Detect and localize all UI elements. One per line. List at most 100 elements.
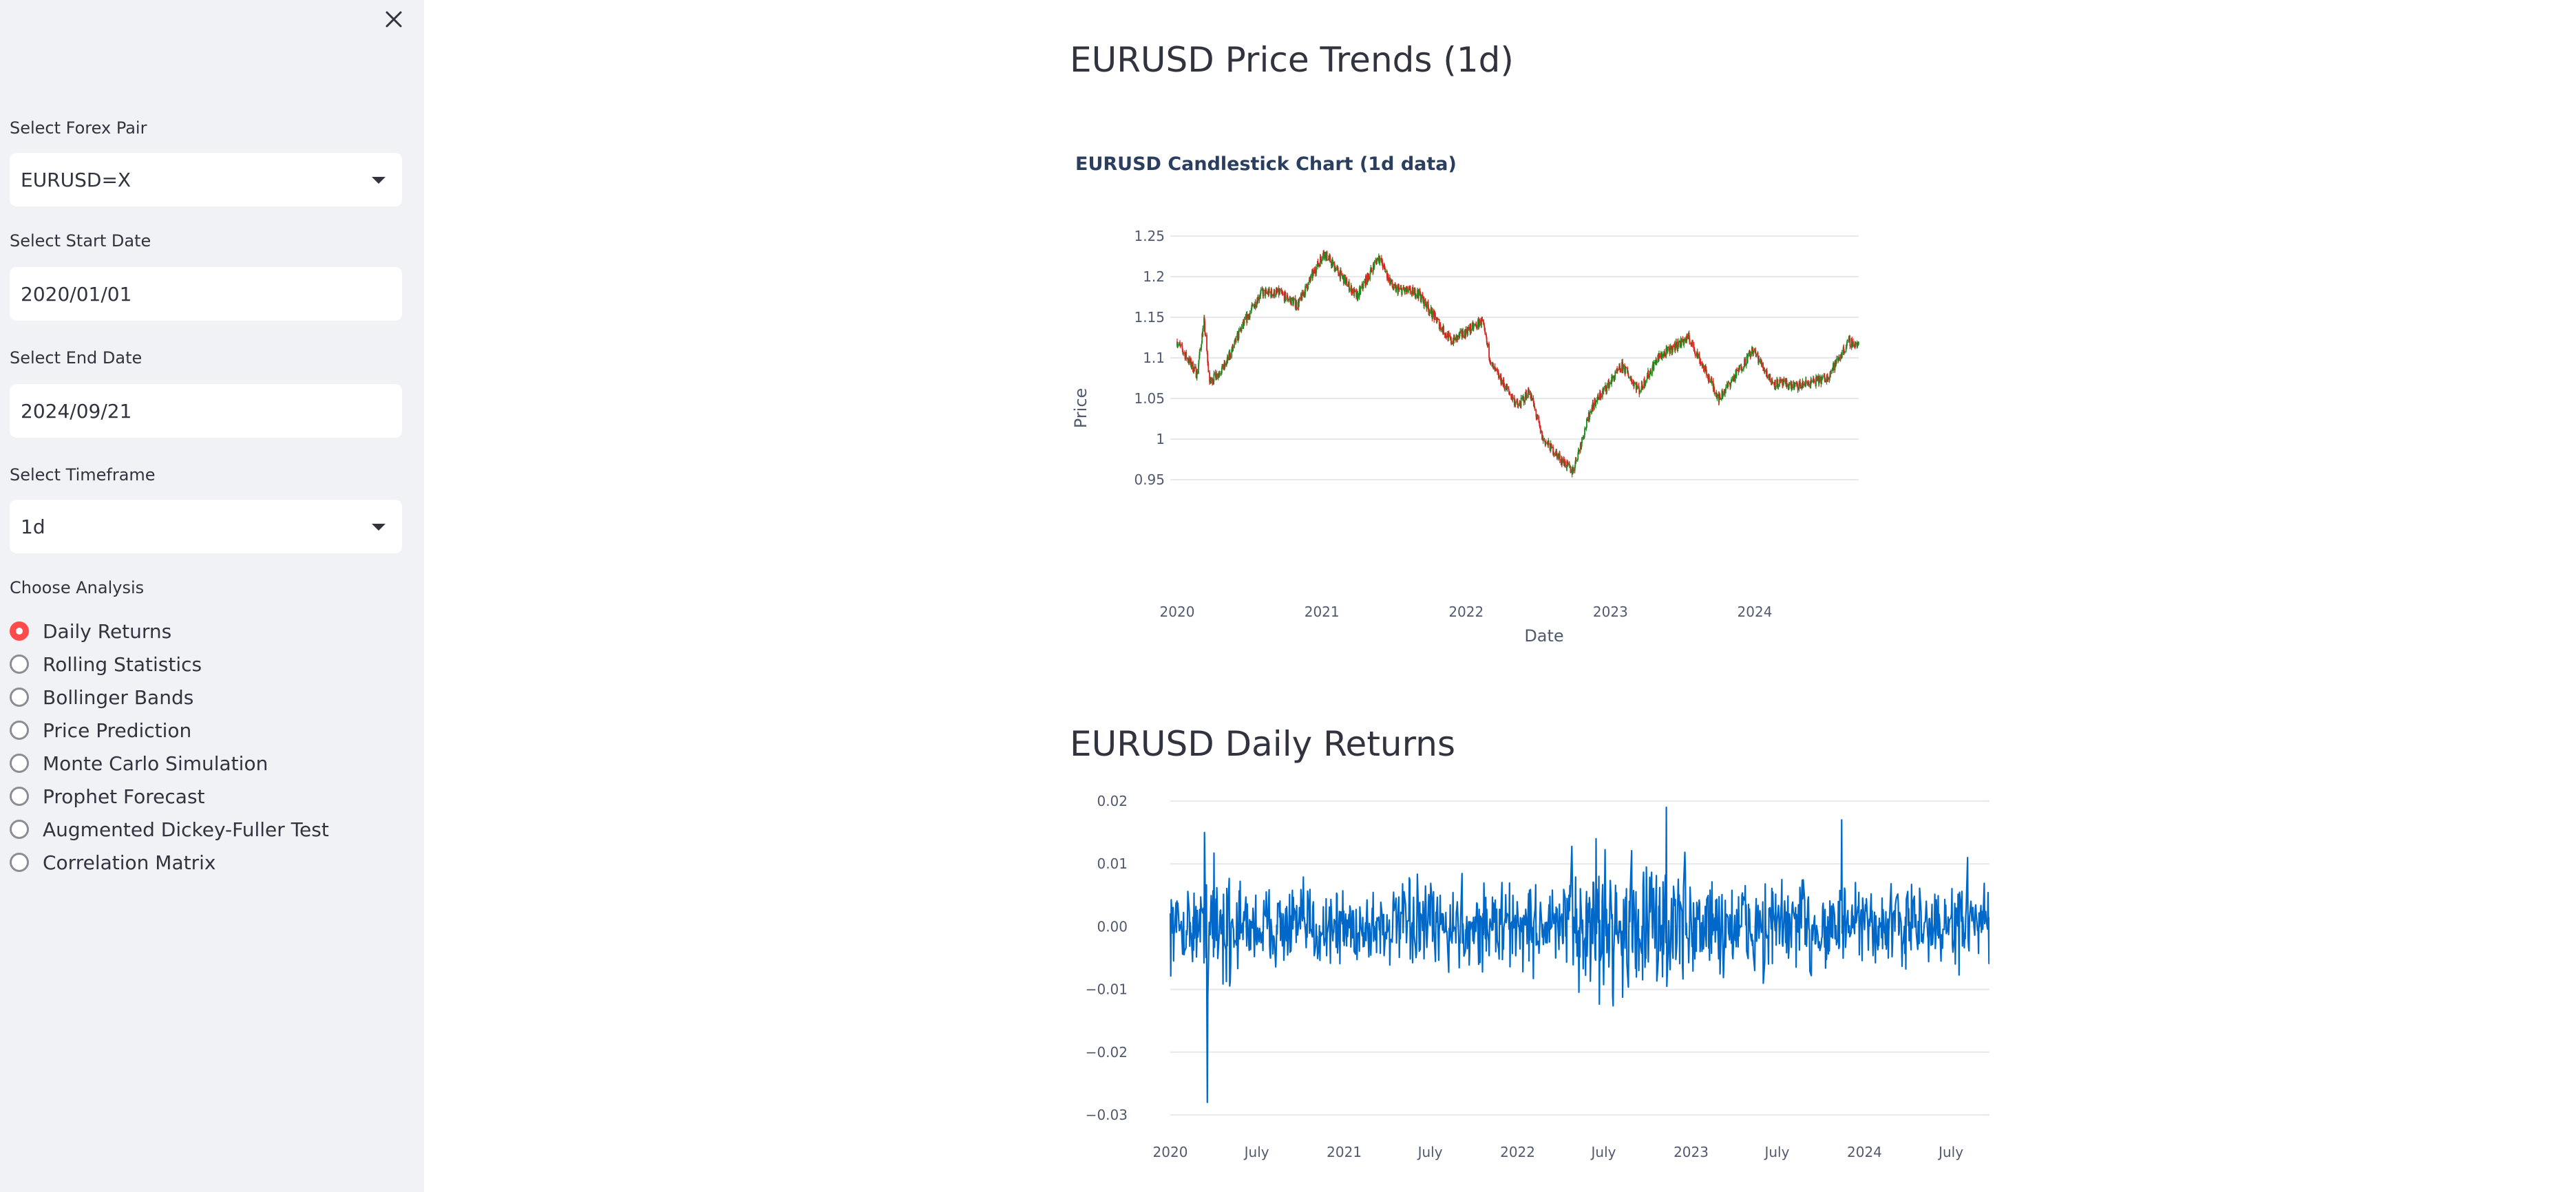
candle-body: [1813, 381, 1815, 382]
radio-bollinger-bands[interactable]: Bollinger Bands: [10, 683, 193, 711]
candlestick-chart: EURUSD Candlestick Chart (1d data) 0.95 1…: [1071, 153, 1859, 646]
candle-body: [1398, 288, 1400, 290]
y-tick-label: 0.00: [1097, 918, 1128, 935]
radio-circle[interactable]: [10, 754, 29, 773]
candle-body: [1680, 339, 1682, 346]
candle-body: [1279, 290, 1281, 293]
timeframe-select[interactable]: 1d: [10, 500, 402, 553]
candle-body: [1354, 290, 1356, 292]
candle-body: [1246, 314, 1248, 323]
candle-body: [1528, 391, 1530, 394]
candle-body: [1429, 310, 1430, 314]
candle-body: [1774, 380, 1776, 387]
candle-body: [1590, 411, 1591, 413]
radio-circle[interactable]: [10, 820, 29, 839]
radio-circle[interactable]: [10, 688, 29, 707]
x-tick-label: 2022: [1500, 1144, 1535, 1160]
radio-circle[interactable]: [10, 787, 29, 806]
candle-body: [1235, 336, 1237, 343]
candle-body: [1819, 376, 1821, 381]
candle-body: [1609, 382, 1611, 384]
x-tick-label: July: [1937, 1144, 1963, 1160]
y-tick-label: −0.02: [1086, 1044, 1128, 1061]
candle-body: [1443, 326, 1444, 334]
candle-body: [1426, 301, 1428, 309]
candle-body: [1185, 352, 1187, 359]
candle-body: [1320, 256, 1322, 259]
candle-body: [1382, 265, 1384, 268]
candle-body: [1758, 359, 1760, 363]
radio-label: Bollinger Bands: [43, 685, 194, 709]
candle-body: [1612, 376, 1614, 379]
radio-daily-returns[interactable]: Daily Returns: [10, 617, 171, 645]
candle-body: [1678, 341, 1680, 343]
candle-body: [1371, 270, 1373, 271]
candle-body: [1576, 460, 1577, 462]
candle-body: [1694, 353, 1696, 355]
y-tick-label: 0.95: [1134, 471, 1165, 488]
radio-label: Monte Carlo Simulation: [43, 752, 268, 775]
candle-body: [1841, 352, 1843, 358]
candle-body: [1783, 379, 1785, 381]
radio-circle[interactable]: [10, 853, 29, 872]
candle-body: [1543, 438, 1545, 441]
candle-body: [1473, 325, 1475, 326]
candle-body: [1415, 294, 1417, 298]
candle-body: [1761, 363, 1763, 365]
candle-body: [1750, 354, 1752, 357]
candle-body: [1664, 353, 1666, 357]
radio-price-prediction[interactable]: Price Prediction: [10, 716, 191, 744]
candle-body: [1207, 363, 1210, 372]
radio-monte-carlo[interactable]: Monte Carlo Simulation: [10, 749, 268, 777]
radio-circle-selected[interactable]: [10, 621, 29, 641]
radio-prophet-forecast[interactable]: Prophet Forecast: [10, 783, 205, 810]
radio-correlation-matrix[interactable]: Correlation Matrix: [10, 849, 215, 876]
sidebar: Select Forex Pair EURUSD=X Select Start …: [0, 0, 424, 1192]
candle-body: [1205, 334, 1207, 336]
candle-body: [1332, 262, 1334, 266]
candle-body: [1614, 372, 1616, 377]
candle-body: [1337, 267, 1339, 273]
forex-pair-value: EURUSD=X: [21, 168, 131, 191]
close-sidebar-button[interactable]: [380, 6, 408, 33]
x-tick-label: 2021: [1305, 604, 1340, 620]
candle-body: [1606, 385, 1608, 392]
x-tick-label: July: [1417, 1144, 1443, 1160]
candle-body: [1282, 293, 1284, 295]
radio-adf-test[interactable]: Augmented Dickey-Fuller Test: [10, 816, 329, 843]
candle-body: [1512, 397, 1514, 400]
candle-body: [1404, 288, 1406, 292]
candle-body: [1274, 295, 1276, 297]
candle-body: [1487, 343, 1489, 347]
close-icon: [386, 11, 402, 28]
candle-body: [1409, 288, 1411, 293]
candle-body: [1667, 346, 1669, 352]
candle-body: [1833, 363, 1835, 370]
candle-body: [1387, 275, 1389, 281]
candle-body: [1844, 351, 1846, 352]
candle-body: [1454, 337, 1456, 340]
end-date-input[interactable]: 2024/09/21: [10, 384, 402, 438]
candle-body: [1539, 426, 1541, 433]
candle-body: [1669, 350, 1671, 354]
candle-body: [1196, 372, 1199, 374]
candle-body: [1412, 287, 1414, 295]
start-date-value: 2020/01/01: [21, 282, 132, 306]
candle-body: [1822, 376, 1824, 378]
radio-circle[interactable]: [10, 721, 29, 740]
radio-rolling-statistics[interactable]: Rolling Statistics: [10, 650, 202, 678]
radio-circle[interactable]: [10, 654, 29, 674]
start-date-label: Select Start Date: [10, 231, 151, 251]
y-tick-label: 1.1: [1143, 350, 1165, 366]
candle-body: [1210, 378, 1212, 381]
candle-body: [1439, 324, 1442, 329]
candle-body: [1213, 373, 1215, 383]
candle-body: [1506, 385, 1508, 389]
candle-body: [1243, 319, 1245, 324]
forex-pair-select[interactable]: EURUSD=X: [10, 153, 402, 206]
candle-body: [1468, 326, 1470, 330]
radio-label: Correlation Matrix: [43, 851, 216, 874]
candle-body: [1620, 370, 1622, 372]
candle-body: [1291, 297, 1292, 306]
start-date-input[interactable]: 2020/01/01: [10, 267, 402, 321]
